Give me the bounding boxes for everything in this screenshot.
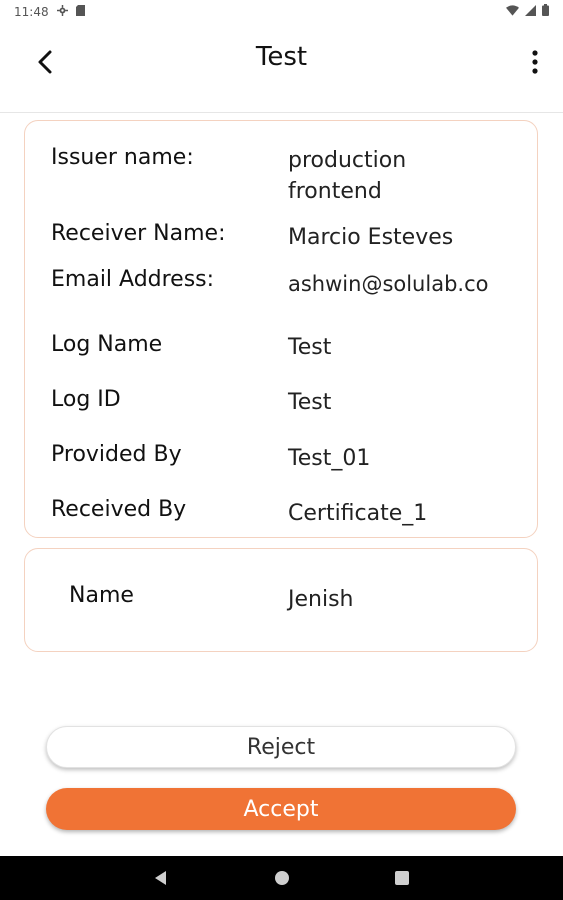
nav-home-icon (275, 871, 289, 885)
nav-recents-icon (395, 871, 409, 885)
details-card: Issuer name: production frontend Receive… (24, 120, 538, 538)
email-value: ashwin@solulab.co (288, 272, 489, 296)
name-label: Name (69, 583, 134, 608)
provided-by-value: Test_01 (288, 446, 371, 471)
status-time: 11:48 (14, 5, 49, 19)
issuer-value-line2: frontend (288, 179, 382, 204)
more-vert-icon (532, 50, 538, 74)
settings-icon (56, 5, 68, 19)
more-options-button[interactable] (515, 46, 547, 80)
nav-back-icon (155, 871, 166, 885)
app-bar: Test (0, 24, 563, 113)
nav-recents-button[interactable] (391, 867, 413, 889)
issuer-value-line1: production (288, 148, 407, 173)
log-name-label: Log Name (51, 332, 163, 357)
issuer-label: Issuer name: (51, 145, 194, 170)
provided-by-label: Provided By (51, 442, 182, 467)
system-nav-bar (0, 856, 563, 900)
log-name-value: Test (288, 335, 332, 360)
battery-icon (542, 4, 549, 19)
nav-back-button[interactable] (150, 867, 172, 889)
received-by-label: Received By (51, 497, 187, 522)
received-by-value: Certificate_1 (288, 501, 428, 526)
receiver-label: Receiver Name: (51, 221, 226, 246)
name-value: Jenish (288, 587, 354, 612)
email-label: Email Address: (51, 267, 215, 292)
receiver-value: Marcio Esteves (288, 225, 454, 250)
wifi-icon (506, 4, 519, 19)
page-title: Test (255, 42, 308, 72)
accept-button[interactable]: Accept (46, 788, 516, 830)
status-bar: 11:48 (0, 0, 563, 24)
log-id-value: Test (288, 390, 332, 415)
name-card: Name Jenish (24, 548, 538, 652)
nav-home-button[interactable] (271, 867, 293, 889)
reject-button[interactable]: Reject (46, 726, 516, 768)
log-id-label: Log ID (51, 387, 121, 412)
sd-card-icon (75, 5, 85, 19)
signal-icon (525, 4, 536, 19)
